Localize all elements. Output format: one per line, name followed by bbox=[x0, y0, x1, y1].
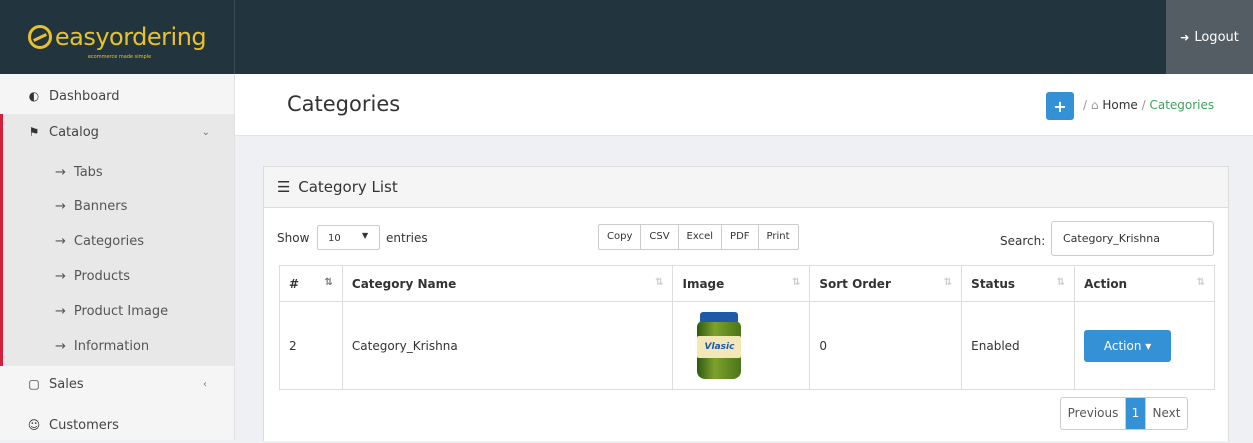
page-header: Categories + / ⌂ Home / Categories bbox=[235, 74, 1253, 136]
sort-ascending-icon: ⇅ bbox=[324, 277, 333, 288]
sort-icon: ⇅ bbox=[791, 277, 801, 288]
show-label: Show bbox=[277, 231, 310, 245]
categories-table: # ⇅ Category Name ⇅ Image ⇅ Sort Order ⇅… bbox=[279, 265, 1215, 390]
brand-name: easyordering bbox=[54, 23, 207, 51]
jar-brand-text: Vlasic bbox=[704, 342, 735, 352]
sidebar: ◐ Dashboard ⚑ Catalog ⌄ → Tabs → Banners… bbox=[0, 74, 235, 440]
entries-select[interactable]: 10 ▼ bbox=[317, 225, 380, 250]
tag-icon: ⚑ bbox=[28, 125, 40, 139]
excel-button[interactable]: Excel bbox=[679, 225, 723, 249]
panel-title: Category List bbox=[298, 178, 398, 196]
sidebar-subitem-label: Products bbox=[73, 268, 131, 284]
breadcrumb-current: Categories bbox=[1149, 98, 1215, 112]
sidebar-item-sales[interactable]: ▢ Sales ‹ bbox=[0, 366, 234, 402]
sidebar-subitem-label: Information bbox=[73, 338, 150, 354]
pdf-button[interactable]: PDF bbox=[722, 225, 759, 249]
category-image: Vlasic bbox=[682, 309, 756, 382]
action-dropdown-button[interactable]: Action ▾ bbox=[1084, 329, 1172, 362]
logout-button[interactable]: ➜ Logout bbox=[1166, 0, 1253, 74]
arrow-right-icon: → bbox=[55, 268, 66, 284]
category-list-panel: ☰ Category List Show 10 ▼ entries Copy C… bbox=[263, 166, 1229, 441]
table-header-row: # ⇅ Category Name ⇅ Image ⇅ Sort Order ⇅… bbox=[279, 265, 1215, 302]
pagination-next[interactable]: Next bbox=[1146, 398, 1187, 429]
pagination-previous[interactable]: Previous bbox=[1061, 398, 1126, 429]
arrow-right-icon: → bbox=[55, 338, 66, 354]
sidebar-subitem-product-image[interactable]: → Product Image bbox=[3, 294, 234, 328]
breadcrumb-separator: / bbox=[1083, 98, 1088, 112]
sidebar-item-dashboard[interactable]: ◐ Dashboard bbox=[0, 78, 234, 114]
sidebar-subitem-label: Tabs bbox=[73, 164, 103, 180]
csv-button[interactable]: CSV bbox=[641, 225, 679, 249]
column-header-category-name[interactable]: Category Name ⇅ bbox=[341, 265, 674, 302]
logo-mark-icon bbox=[27, 25, 52, 49]
user-icon: ☺ bbox=[27, 418, 41, 432]
page-title: Categories bbox=[287, 92, 401, 116]
cart-icon: ▢ bbox=[28, 377, 40, 391]
column-header-sort-order[interactable]: Sort Order ⇅ bbox=[809, 265, 963, 302]
sidebar-subitem-categories[interactable]: → Categories bbox=[3, 224, 234, 258]
search-label: Search: bbox=[1000, 234, 1046, 248]
sidebar-subitem-label: Product Image bbox=[73, 303, 169, 319]
arrow-right-icon: → bbox=[55, 233, 66, 249]
sidebar-subitem-information[interactable]: → Information bbox=[3, 329, 234, 363]
arrow-right-icon: → bbox=[55, 164, 66, 180]
search-input[interactable] bbox=[1051, 221, 1214, 256]
brand-logo[interactable]: easyordering ecommerce made simple bbox=[0, 0, 235, 74]
print-button[interactable]: Print bbox=[759, 225, 798, 249]
arrow-right-icon: → bbox=[55, 303, 66, 319]
breadcrumb-separator: / bbox=[1141, 98, 1146, 112]
sidebar-subitem-banners[interactable]: → Banners bbox=[3, 189, 234, 223]
column-header-image[interactable]: Image ⇅ bbox=[672, 265, 811, 302]
entries-value: 10 bbox=[328, 233, 341, 244]
cell-sort-order: 0 bbox=[809, 301, 963, 390]
cell-id: 2 bbox=[279, 301, 343, 390]
export-buttons: Copy CSV Excel PDF Print bbox=[598, 224, 799, 250]
sidebar-item-catalog[interactable]: ⚑ Catalog ⌄ bbox=[3, 114, 234, 150]
entries-label: entries bbox=[386, 231, 428, 245]
sidebar-item-label: Dashboard bbox=[49, 88, 120, 104]
panel-header: ☰ Category List bbox=[264, 167, 1228, 208]
pagination-page-1[interactable]: 1 bbox=[1126, 398, 1146, 429]
column-header-id[interactable]: # ⇅ bbox=[279, 265, 343, 302]
sidebar-subitem-label: Categories bbox=[73, 233, 144, 249]
home-icon: ⌂ bbox=[1090, 98, 1099, 112]
column-header-action[interactable]: Action ⇅ bbox=[1074, 265, 1215, 302]
sort-icon: ⇅ bbox=[1056, 277, 1066, 288]
copy-button[interactable]: Copy bbox=[599, 225, 642, 249]
brand-tagline: ecommerce made simple bbox=[87, 54, 152, 60]
column-header-status[interactable]: Status ⇅ bbox=[961, 265, 1076, 302]
chevron-left-icon: ‹ bbox=[203, 378, 207, 390]
table-row: 2 Category_Krishna Vlasic 0 Enabled Acti… bbox=[279, 301, 1215, 390]
add-category-button[interactable]: + bbox=[1046, 92, 1074, 120]
sidebar-item-label: Sales bbox=[49, 376, 84, 392]
sidebar-item-label: Customers bbox=[49, 417, 119, 433]
sort-icon: ⇅ bbox=[943, 277, 953, 288]
sidebar-subitem-tabs[interactable]: → Tabs bbox=[3, 155, 234, 189]
breadcrumb-home-link[interactable]: Home bbox=[1102, 98, 1137, 112]
breadcrumb: / ⌂ Home / Categories bbox=[1083, 98, 1214, 112]
sidebar-subitem-label: Banners bbox=[73, 198, 128, 214]
chevron-down-icon: ▼ bbox=[362, 231, 369, 240]
sidebar-subitem-products[interactable]: → Products bbox=[3, 259, 234, 293]
sort-icon: ⇅ bbox=[655, 277, 664, 288]
sidebar-item-customers[interactable]: ☺ Customers bbox=[0, 407, 234, 443]
sign-out-icon: ➜ bbox=[1180, 30, 1190, 44]
pagination: Previous 1 Next bbox=[1060, 397, 1188, 430]
cell-category-name: Category_Krishna bbox=[341, 301, 674, 390]
list-icon: ☰ bbox=[277, 178, 291, 196]
sidebar-catalog-group: ⚑ Catalog ⌄ → Tabs → Banners → Categorie… bbox=[0, 114, 234, 366]
chevron-down-icon: ⌄ bbox=[201, 126, 210, 138]
logout-label: Logout bbox=[1194, 29, 1239, 45]
arrow-right-icon: → bbox=[55, 198, 66, 214]
dashboard-icon: ◐ bbox=[28, 89, 40, 103]
sort-icon: ⇅ bbox=[1196, 277, 1205, 288]
cell-status: Enabled bbox=[961, 301, 1076, 390]
sidebar-item-label: Catalog bbox=[49, 124, 99, 140]
